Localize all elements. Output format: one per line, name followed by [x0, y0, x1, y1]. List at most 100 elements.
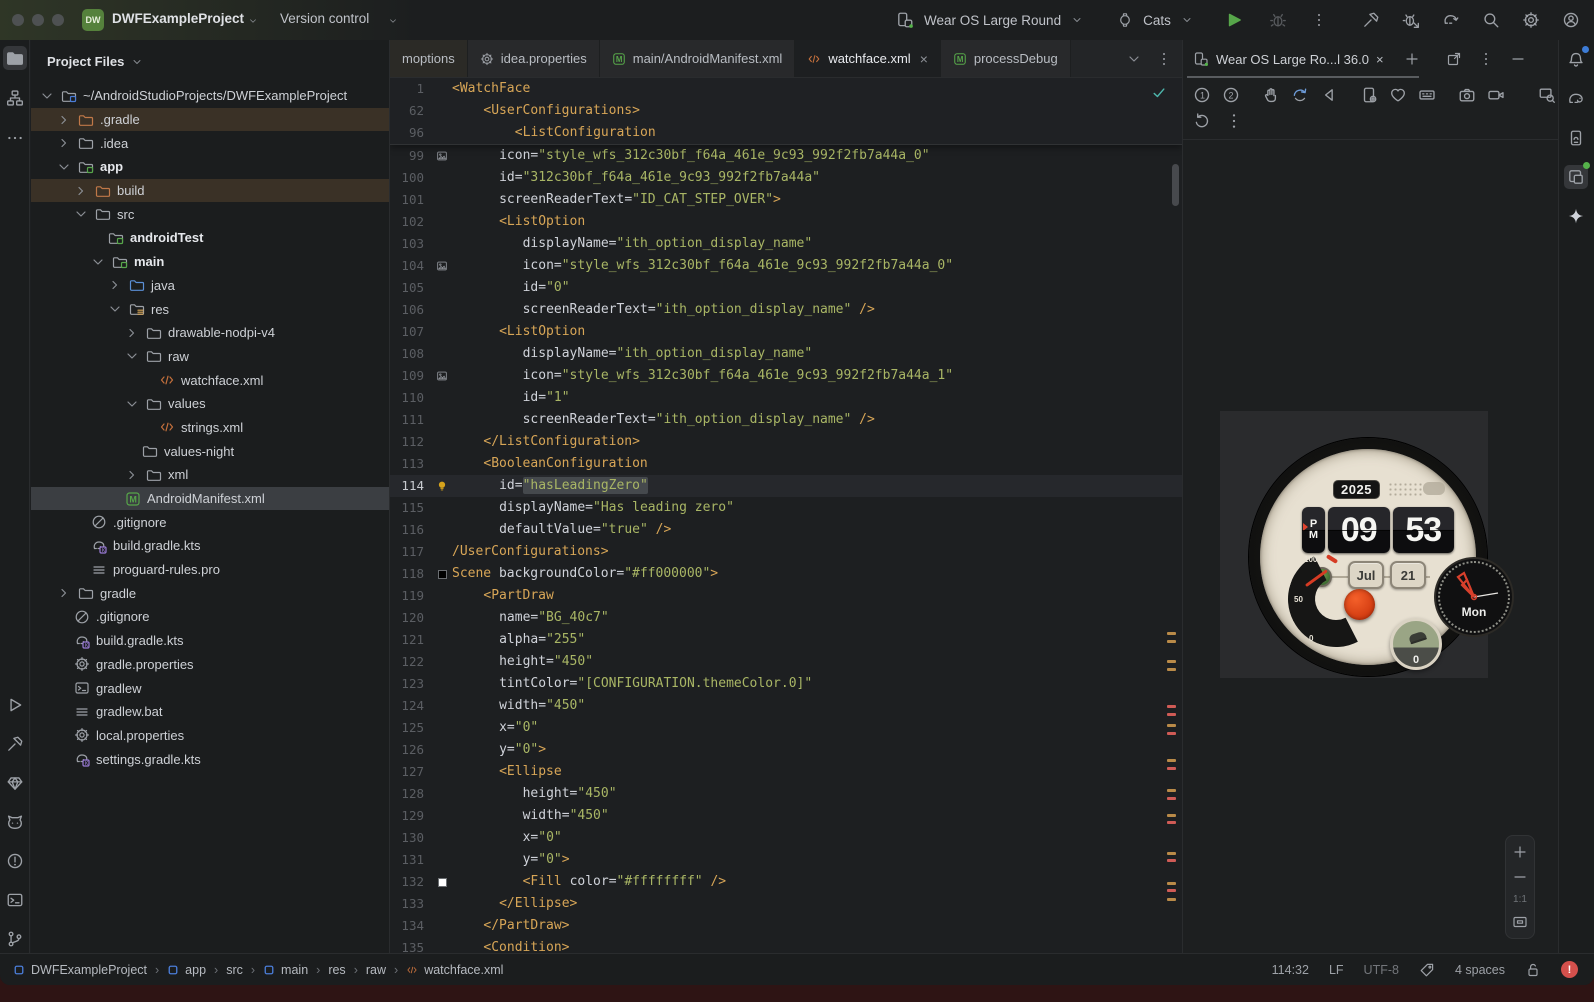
tree-item-values[interactable]: values [31, 392, 389, 416]
zoomshot-icon[interactable] [1538, 86, 1556, 104]
device-manager-tool-button[interactable] [1564, 126, 1588, 150]
gemini-star-tool-button[interactable] [1564, 204, 1588, 228]
terminal-tool-button[interactable] [3, 888, 27, 912]
code-line-100[interactable]: 100 id="312c30bf_f64a_461e_9c93_992f2fb7a… [390, 167, 1182, 189]
error-stripe-mark[interactable] [1167, 898, 1176, 901]
more-dots-tool-button[interactable] [3, 126, 27, 150]
error-stripe-mark[interactable] [1167, 882, 1176, 885]
line-ending[interactable]: LF [1329, 963, 1344, 977]
error-stripe-mark[interactable] [1167, 724, 1176, 727]
tree-item-watchface-xml[interactable]: watchface.xml [31, 368, 389, 392]
tree-item-values-night[interactable]: values-night [31, 439, 389, 463]
panel-options-icon[interactable] [1478, 51, 1494, 67]
code-line-116[interactable]: 116 defaultValue="true" /> [390, 519, 1182, 541]
breadcrumb-src[interactable]: src [226, 963, 243, 977]
editor-tab-watchface-xml[interactable]: watchface.xml × [795, 40, 941, 77]
tree-item--androidstudioprojects-dwfexampleproject[interactable]: ~/AndroidStudioProjects/DWFExampleProjec… [31, 84, 389, 108]
chevron-down-icon[interactable] [56, 159, 72, 175]
code-line-114[interactable]: 114 id="hasLeadingZero" [390, 475, 1182, 497]
drawable-preview-icon[interactable] [436, 370, 448, 382]
code-line-125[interactable]: 125 x="0" [390, 717, 1182, 739]
editor-tab-main-androidmanifest-xml[interactable]: Mmain/AndroidManifest.xml [599, 40, 796, 77]
structure-tool-button[interactable] [3, 86, 27, 110]
open-in-window-icon[interactable] [1446, 51, 1462, 67]
code-line-127[interactable]: 127 <Ellipse [390, 761, 1182, 783]
problems-tool-button[interactable] [3, 849, 27, 873]
error-stripe-mark[interactable] [1167, 713, 1176, 716]
tree-item-gradlew-bat[interactable]: gradlew.bat [31, 700, 389, 724]
tab-options-icon[interactable] [1156, 51, 1172, 67]
window-close-button[interactable] [12, 14, 24, 26]
code-line-120[interactable]: 120 name="BG_40c7" [390, 607, 1182, 629]
caret-position[interactable]: 114:32 [1272, 963, 1309, 977]
chevron-right-icon[interactable] [124, 325, 140, 341]
code-line-96[interactable]: 96 <ListConfiguration [390, 122, 1182, 144]
tree-item-proguard-rules-pro[interactable]: proguard-rules.pro [31, 558, 389, 582]
tree-item-gradlew[interactable]: gradlew [31, 676, 389, 700]
chevron-right-icon[interactable] [107, 277, 123, 293]
window-zoom-button[interactable] [52, 14, 64, 26]
editor-tab-processdebug[interactable]: MprocessDebug [940, 40, 1071, 77]
lock-icon[interactable] [1525, 962, 1541, 978]
heart-icon[interactable] [1389, 86, 1407, 104]
code-line-135[interactable]: 135 <Condition> [390, 937, 1182, 953]
error-stripe-mark[interactable] [1167, 759, 1176, 762]
code-line-124[interactable]: 124 width="450" [390, 695, 1182, 717]
device-tab[interactable]: Wear OS Large Ro...l 36.0 × [1183, 40, 1392, 78]
profiler-icon[interactable] [1402, 11, 1420, 29]
debug-button[interactable] [1269, 11, 1287, 29]
more-actions-icon[interactable] [1311, 12, 1327, 28]
drawable-preview-icon[interactable] [436, 260, 448, 272]
window-minimize-button[interactable] [32, 14, 44, 26]
video-icon[interactable] [1487, 86, 1505, 104]
tree-item-drawable-nodpi-v4[interactable]: drawable-nodpi-v4 [31, 321, 389, 345]
code-line-103[interactable]: 103 displayName="ith_option_display_name" [390, 233, 1182, 255]
tree-item-build[interactable]: build [31, 178, 389, 203]
inspection-ok-icon[interactable] [1152, 86, 1166, 100]
chevron-down-icon[interactable] [90, 254, 106, 270]
code-line-107[interactable]: 107 <ListOption [390, 321, 1182, 343]
code-line-129[interactable]: 129 width="450" [390, 805, 1182, 827]
palm-icon[interactable] [1262, 86, 1280, 104]
code-line-123[interactable]: 123 tintColor="[CONFIGURATION.themeColor.… [390, 673, 1182, 695]
code-line-110[interactable]: 110 id="1" [390, 387, 1182, 409]
error-stripe-mark[interactable] [1167, 767, 1176, 770]
breadcrumb-watchface-xml[interactable]: watchface.xml [406, 963, 503, 977]
search-icon[interactable] [1482, 11, 1500, 29]
code-line-113[interactable]: 113 <BooleanConfiguration [390, 453, 1182, 475]
code-line-101[interactable]: 101 screenReaderText="ID_CAT_STEP_OVER"> [390, 189, 1182, 211]
git-branch-tool-button[interactable] [3, 927, 27, 951]
chevron-right-icon[interactable] [73, 183, 89, 199]
chevron-down-icon[interactable] [107, 301, 123, 317]
keyboard-icon[interactable] [1418, 86, 1436, 104]
code-line-128[interactable]: 128 height="450" [390, 783, 1182, 805]
file-encoding[interactable]: UTF-8 [1364, 963, 1399, 977]
error-stripe-mark[interactable] [1167, 789, 1176, 792]
close-icon[interactable]: × [920, 51, 928, 67]
code-line-131[interactable]: 131 y="0"> [390, 849, 1182, 871]
gradle-sync-icon[interactable] [1442, 11, 1460, 29]
tree-item-local-properties[interactable]: local.properties [31, 724, 389, 748]
kebab-icon[interactable] [1225, 112, 1243, 130]
chevron-down-icon[interactable] [73, 206, 89, 222]
code-line-99[interactable]: 99 icon="style_wfs_312c30bf_f64a_461e_9c9… [390, 145, 1182, 167]
error-stripe-mark[interactable] [1167, 797, 1176, 800]
indent-setting[interactable]: 4 spaces [1455, 963, 1505, 977]
zoom-actual-size-button[interactable]: 1:1 [1513, 894, 1527, 905]
bell-tool-button[interactable] [1564, 46, 1589, 72]
error-stripe-mark[interactable] [1167, 660, 1176, 663]
chevron-right-icon[interactable] [56, 112, 72, 128]
settings-icon[interactable] [1522, 11, 1540, 29]
code-line-122[interactable]: 122 height="450" [390, 651, 1182, 673]
code-editor[interactable]: 1 <WatchFace 62 <UserConfigurations> 96 <List… [390, 78, 1182, 953]
code-line-104[interactable]: 104 icon="style_wfs_312c30bf_f64a_461e_9c… [390, 255, 1182, 277]
editor-tab-moptions[interactable]: moptions [390, 40, 468, 77]
tree-item-java[interactable]: java [31, 274, 389, 298]
code-line-1[interactable]: 1 <WatchFace [390, 78, 1182, 100]
drawable-preview-icon[interactable] [436, 150, 448, 162]
project-folder-tool-button[interactable] [3, 46, 27, 70]
reset-icon[interactable] [1193, 112, 1211, 130]
code-line-118[interactable]: 118 Scene backgroundColor="#ff000000"> [390, 563, 1182, 585]
code-line-105[interactable]: 105 id="0" [390, 277, 1182, 299]
project-selector[interactable]: DWFExampleProject [112, 11, 244, 26]
